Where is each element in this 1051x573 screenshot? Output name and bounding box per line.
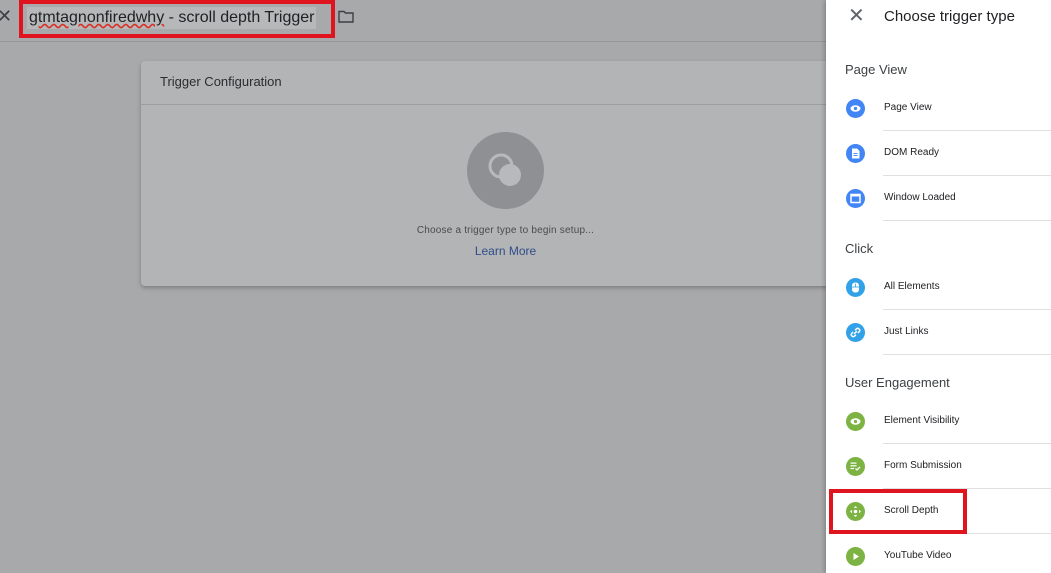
trigger-item-all-elements[interactable]: All Elements — [826, 265, 1051, 310]
trigger-label: Just Links — [884, 326, 929, 337]
trigger-label: All Elements — [884, 281, 940, 292]
trigger-placeholder[interactable] — [467, 132, 544, 209]
trigger-name[interactable]: gtmtagnonfiredwhy - scroll depth Trigger — [27, 7, 317, 29]
learn-more-link[interactable]: Learn More — [141, 244, 870, 258]
window-icon — [846, 189, 865, 208]
trigger-label: Page View — [884, 102, 932, 113]
title-suffix: - scroll depth Trigger — [164, 9, 315, 26]
trigger-configuration-card[interactable]: Trigger Configuration Choose a trigger t… — [141, 61, 841, 286]
scroll-icon — [846, 502, 865, 521]
tag-name: gtmtagnonfiredwhy — [29, 9, 165, 26]
trigger-item-just-links[interactable]: Just Links — [826, 310, 1051, 355]
section-heading-page-view: Page View — [845, 62, 907, 77]
link-icon — [846, 323, 865, 342]
choose-trigger-panel: ✕ Choose trigger type Page View Page Vie… — [826, 0, 1051, 573]
trigger-label: YouTube Video — [884, 550, 952, 561]
eye-icon — [846, 99, 865, 118]
section-heading-click: Click — [845, 241, 874, 256]
trigger-item-page-view[interactable]: Page View — [826, 86, 1051, 131]
trigger-label: Scroll Depth — [884, 505, 939, 516]
trigger-label: Element Visibility — [884, 415, 960, 426]
trigger-label: Window Loaded — [884, 192, 956, 203]
card-title: Trigger Configuration — [160, 74, 282, 89]
section-heading-user-engagement: User Engagement — [845, 375, 950, 390]
top-bar: ✕ gtmtagnonfiredwhy - scroll depth Trigg… — [0, 0, 826, 42]
panel-title: Choose trigger type — [884, 8, 1015, 25]
trigger-item-scroll-depth[interactable]: Scroll Depth — [826, 489, 1051, 534]
trigger-label: Form Submission — [884, 460, 962, 471]
divider — [883, 354, 1051, 355]
card-header: Trigger Configuration — [141, 61, 841, 105]
setup-hint: Choose a trigger type to begin setup... — [416, 225, 595, 236]
highlight-title-box: gtmtagnonfiredwhy - scroll depth Trigger — [19, 0, 335, 38]
form-icon — [846, 457, 865, 476]
trigger-label: DOM Ready — [884, 147, 940, 158]
trigger-icon — [488, 153, 521, 186]
eye-icon — [846, 412, 865, 431]
trigger-item-element-visibility[interactable]: Element Visibility — [826, 399, 1051, 444]
divider — [883, 220, 1051, 221]
mouse-icon — [846, 278, 865, 297]
trigger-item-dom-ready[interactable]: DOM Ready — [826, 131, 1051, 176]
play-icon — [846, 547, 865, 566]
folder-icon[interactable] — [338, 10, 354, 23]
trigger-item-form-submission[interactable]: Form Submission — [826, 444, 1051, 489]
document-icon — [846, 144, 865, 163]
close-icon[interactable]: ✕ — [0, 6, 12, 26]
close-icon[interactable]: ✕ — [848, 6, 865, 26]
trigger-item-window-loaded[interactable]: Window Loaded — [826, 176, 1051, 221]
trigger-item-youtube-video[interactable]: YouTube Video — [826, 534, 1051, 573]
